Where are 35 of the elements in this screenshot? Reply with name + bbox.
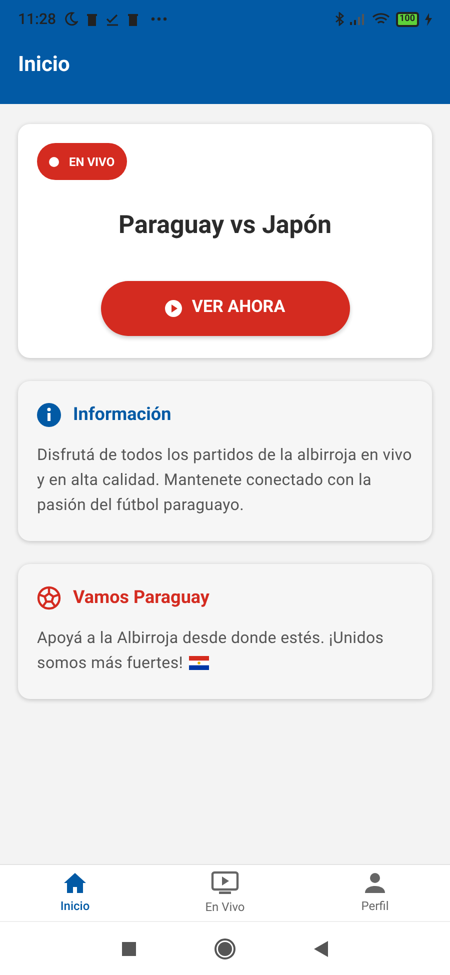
checkmark-icon [106,12,120,26]
tv-icon [211,870,239,894]
nav-tab-label: Perfil [361,898,389,914]
trash-icon [127,12,140,26]
page-title: Inicio [18,52,70,80]
match-title: Paraguay vs Japón [117,210,332,242]
info-icon [37,402,61,426]
battery-indicator: 100 [396,12,419,26]
card-title: Información [73,403,172,427]
bluetooth-icon [334,12,344,26]
moon-icon [64,12,78,26]
signal-icon [350,13,366,25]
card-title: Vamos Paraguay [73,586,210,610]
home-icon [63,872,87,894]
dot-icon [49,156,59,166]
card-text: Disfrutá de todos los partidos de la albirroja en vivo y en alta calidad. Mantenete conectado con la pasión del fútbol paraguayo. [37,444,413,516]
nav-tab[interactable]: En Vivo [150,865,300,921]
trash-icon [86,12,98,26]
nav-tab-label: En Vivo [205,898,245,916]
person-icon [364,872,386,894]
watch-now-button[interactable]: VER AHORA [100,280,350,336]
play-icon [164,300,182,316]
soccer-ball-icon [37,586,61,610]
nav-tab[interactable]: Perfil [300,865,450,921]
more-icon [151,17,168,21]
card-text: Apoyá a la Albirroja desde donde estés. ¡Unidos somos más fuertes! [37,627,385,674]
live-badge-label: EN VIVO [69,154,115,170]
wifi-icon [372,12,390,26]
nav-tab-label: Inicio [60,898,90,914]
charging-icon [425,12,432,26]
back-icon[interactable] [314,940,328,956]
nav-tab[interactable]: Inicio [0,865,150,921]
home-circle-icon[interactable] [214,938,236,960]
recents-icon[interactable] [122,942,136,956]
status-time: 11:28 [18,8,56,30]
